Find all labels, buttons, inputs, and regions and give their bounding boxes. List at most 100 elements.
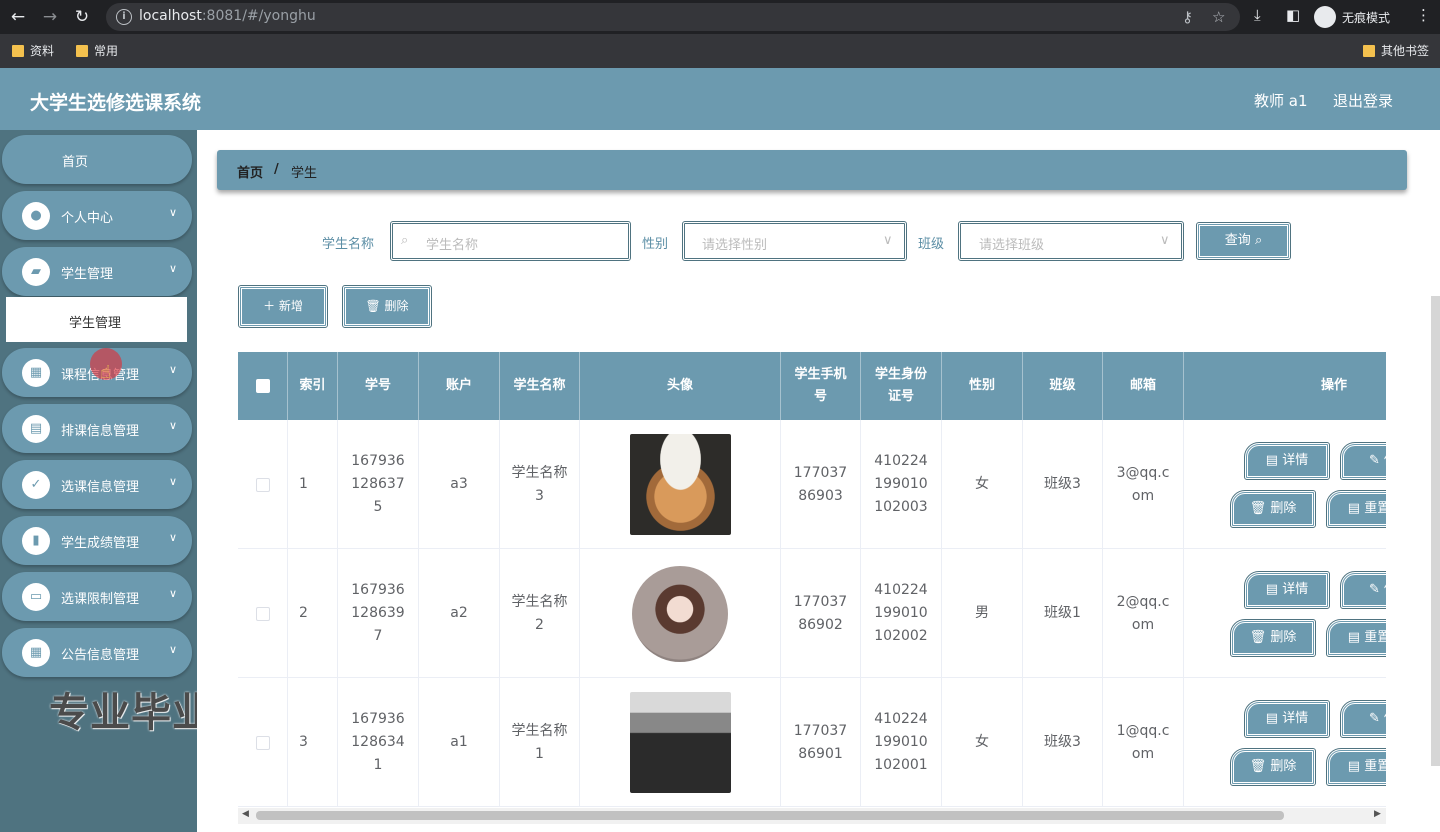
bulk-delete-button[interactable]: 🗑 删除	[342, 285, 432, 328]
app-header: 大学生选修选课系统 教师 a1 退出登录	[0, 68, 1440, 130]
column-header: 学生手机号	[781, 352, 861, 420]
cell-id-card: 410224199010102001	[861, 678, 942, 807]
delete-button[interactable]: 🗑 删除	[1230, 748, 1316, 786]
delete-button[interactable]: 🗑 删除	[1230, 490, 1316, 528]
chevron-down-icon: ∨	[169, 587, 178, 600]
cell-student-no: 1679361286397	[338, 549, 419, 678]
star-icon[interactable]: ☆	[1212, 8, 1225, 26]
document-icon: ▤	[1265, 582, 1279, 597]
horizontal-scrollbar[interactable]: ◀ ▶	[238, 808, 1386, 824]
document-icon: ▤	[1265, 453, 1279, 468]
column-header: 学号	[338, 352, 419, 420]
clipboard-check-icon: ✓	[22, 471, 50, 499]
chevron-down-icon: ∨	[169, 206, 178, 219]
gender-select[interactable]: 请选择性别 ∨	[682, 221, 907, 261]
cell-gender: 男	[942, 549, 1023, 678]
scroll-left-icon[interactable]: ◀	[242, 809, 249, 819]
delete-button[interactable]: 🗑 删除	[1230, 619, 1316, 657]
forward-icon[interactable]: →	[39, 6, 61, 28]
table-row: 3 1679361286341 a1 学生名称1 17703786901 410…	[238, 678, 1386, 807]
site-info-icon[interactable]: i	[116, 9, 132, 25]
download-icon[interactable]: ⤓	[1254, 6, 1261, 24]
sidebar-item-selection[interactable]: ✓ 选课信息管理 ∨	[2, 460, 192, 509]
url-text: localhost:8081/#/yonghu	[139, 8, 316, 24]
cell-email: 1@qq.com	[1103, 678, 1184, 807]
wallet-icon: ▰	[22, 258, 50, 286]
logout-link[interactable]: 退出登录	[1333, 90, 1393, 111]
bookmark-folder[interactable]: 常用	[76, 42, 118, 59]
reset-button[interactable]: ▤ 重置	[1326, 490, 1386, 528]
student-name-label: 学生名称	[322, 237, 375, 252]
query-button[interactable]: 查询 ⌕	[1196, 222, 1291, 260]
cell-phone: 17703786903	[781, 420, 861, 549]
scrollbar-thumb[interactable]	[256, 811, 1284, 820]
search-icon: ⌕	[1254, 233, 1263, 248]
row-checkbox[interactable]	[255, 735, 270, 750]
select-all-checkbox[interactable]	[255, 379, 270, 393]
row-checkbox[interactable]	[255, 606, 270, 621]
trash-icon: 🗑	[1249, 630, 1267, 645]
sidebar-item-profile[interactable]: ● 个人中心 ∨	[2, 191, 192, 240]
cell-gender: 女	[942, 420, 1023, 549]
detail-button[interactable]: ▤ 详情	[1244, 700, 1330, 738]
incognito-indicator[interactable]: 无痕模式	[1314, 5, 1390, 29]
cell-index: 3	[288, 678, 338, 807]
back-icon[interactable]: ←	[7, 6, 29, 28]
key-icon[interactable]: ⚷	[1182, 8, 1193, 26]
add-button[interactable]: ＋ 新增	[238, 285, 328, 328]
cell-phone: 17703786901	[781, 678, 861, 807]
table-row: 2 1679361286397 a2 学生名称2 17703786902 410…	[238, 549, 1386, 678]
row-checkbox[interactable]	[255, 477, 270, 492]
edit-button[interactable]: ✎ 修	[1340, 700, 1386, 738]
detail-button[interactable]: ▤ 详情	[1244, 571, 1330, 609]
reset-button[interactable]: ▤ 重置	[1326, 619, 1386, 657]
sidepanel-icon[interactable]: ◧	[1286, 6, 1300, 24]
cell-name: 学生名称2	[500, 549, 580, 678]
pencil-icon: ✎	[1368, 453, 1380, 468]
address-bar[interactable]: i localhost:8081/#/yonghu ⚷ ☆	[106, 3, 1240, 31]
column-header: 性别	[942, 352, 1023, 420]
column-header: 学生身份证号	[861, 352, 942, 420]
cell-index: 1	[288, 420, 338, 549]
students-table: 索引 学号 账户 学生名称 头像 学生手机号 学生身份证号 性别 班级 邮箱 操…	[238, 352, 1386, 808]
edit-button[interactable]: ✎ 修	[1340, 571, 1386, 609]
cell-class: 班级3	[1023, 678, 1103, 807]
detail-button[interactable]: ▤ 详情	[1244, 442, 1330, 480]
folder-icon	[1363, 44, 1375, 57]
submenu-item-student-manage[interactable]: 学生管理	[6, 297, 187, 342]
edit-button[interactable]: ✎ 修	[1340, 442, 1386, 480]
grid-icon: ▦	[22, 639, 50, 667]
sidebar-item-schedule[interactable]: ▤ 排课信息管理 ∨	[2, 404, 192, 453]
breadcrumb-separator: /	[274, 162, 279, 177]
reset-button[interactable]: ▤ 重置	[1326, 748, 1386, 786]
select-all-cell	[238, 352, 288, 420]
cell-gender: 女	[942, 678, 1023, 807]
other-bookmarks[interactable]: 其他书签	[1363, 42, 1429, 59]
sidebar-item-home[interactable]: 首页	[2, 135, 192, 184]
cell-id-card: 410224199010102002	[861, 549, 942, 678]
document-icon: ▤	[1347, 630, 1361, 645]
bar-chart-icon: ▮	[22, 527, 50, 555]
monitor-icon: ▭	[22, 583, 50, 611]
cell-name: 学生名称1	[500, 678, 580, 807]
menu-dots-icon[interactable]: ⋮	[1416, 6, 1431, 24]
chevron-down-icon: ∨	[169, 363, 178, 376]
document-icon: ▤	[1347, 501, 1361, 516]
bookmark-folder[interactable]: 资料	[12, 42, 54, 59]
search-icon: ⌕	[401, 233, 409, 248]
chevron-down-icon: ∨	[169, 475, 178, 488]
scroll-right-icon[interactable]: ▶	[1374, 809, 1381, 819]
sidebar-item-grades[interactable]: ▮ 学生成绩管理 ∨	[2, 516, 192, 565]
cell-account: a1	[419, 678, 500, 807]
breadcrumb-home[interactable]: 首页	[237, 162, 263, 181]
student-name-input[interactable]: ⌕ 学生名称	[390, 221, 631, 261]
sidebar-item-students[interactable]: ▰ 学生管理 ∨	[2, 247, 192, 296]
reload-icon[interactable]: ↻	[71, 6, 93, 28]
vertical-scrollbar[interactable]	[1431, 296, 1440, 766]
chevron-down-icon: ∨	[169, 643, 178, 656]
sidebar-item-limits[interactable]: ▭ 选课限制管理 ∨	[2, 572, 192, 621]
cell-name: 学生名称3	[500, 420, 580, 549]
class-select[interactable]: 请选择班级 ∨	[958, 221, 1184, 261]
avatar	[629, 434, 731, 535]
sidebar-item-notices[interactable]: ▦ 公告信息管理 ∨	[2, 628, 192, 677]
